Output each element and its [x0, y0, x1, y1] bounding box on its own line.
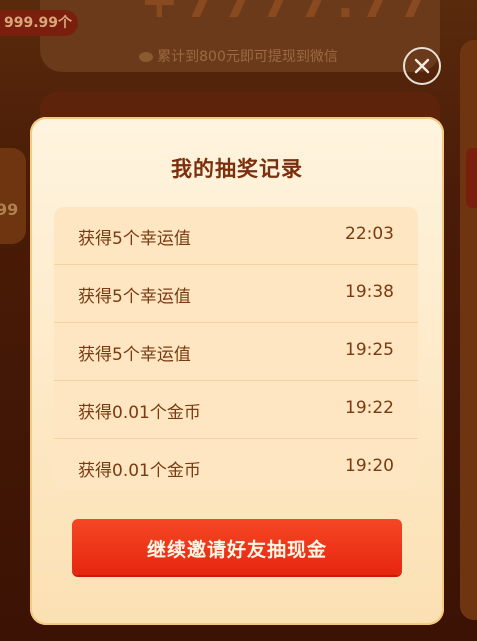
list-item: 获得5个幸运值 19:25 — [54, 323, 418, 381]
record-text: 获得5个幸运值 — [78, 287, 191, 307]
dialog-title: 我的抽奖记录 — [171, 157, 303, 181]
close-button[interactable] — [403, 47, 441, 85]
record-text: 获得5个幸运值 — [78, 229, 191, 249]
record-text: 获得5个幸运值 — [78, 345, 191, 365]
list-item: 获得5个幸运值 19:38 — [54, 265, 418, 323]
coin-amount-badge: 999.99个 — [0, 10, 78, 36]
records-list: 获得5个幸运值 22:03 获得5个幸运值 19:38 获得5个幸运值 19:2… — [54, 207, 418, 489]
list-item: 获得0.01个金币 19:20 — [54, 439, 418, 497]
record-time: 19:25 — [345, 340, 394, 360]
lottery-records-dialog: 我的抽奖记录 获得5个幸运值 22:03 获得5个幸运值 19:38 获得5个幸… — [30, 117, 444, 625]
record-text: 获得0.01个金币 — [78, 461, 201, 481]
invite-friends-button[interactable]: 继续邀请好友抽现金 — [72, 519, 402, 575]
list-item: 获得5个幸运值 22:03 — [54, 207, 418, 265]
list-item: 获得0.01个金币 19:22 — [54, 381, 418, 439]
record-time: 19:38 — [345, 282, 394, 302]
close-icon — [414, 58, 430, 74]
record-time: 19:20 — [345, 456, 394, 476]
balance-amount: +7777.77 — [140, 0, 437, 28]
side-chip — [466, 148, 477, 208]
invite-friends-label: 继续邀请好友抽现金 — [146, 539, 327, 561]
record-time: 22:03 — [345, 224, 394, 244]
coin-icon — [139, 52, 154, 62]
side-activity-icon — [0, 148, 26, 244]
side-activity-count: 99 — [0, 200, 19, 219]
record-time: 19:22 — [345, 398, 394, 418]
record-text: 获得0.01个金币 — [78, 403, 201, 423]
withdraw-hint-text: 累计到800元即可提现到微信 — [157, 49, 338, 65]
side-card — [460, 40, 477, 620]
